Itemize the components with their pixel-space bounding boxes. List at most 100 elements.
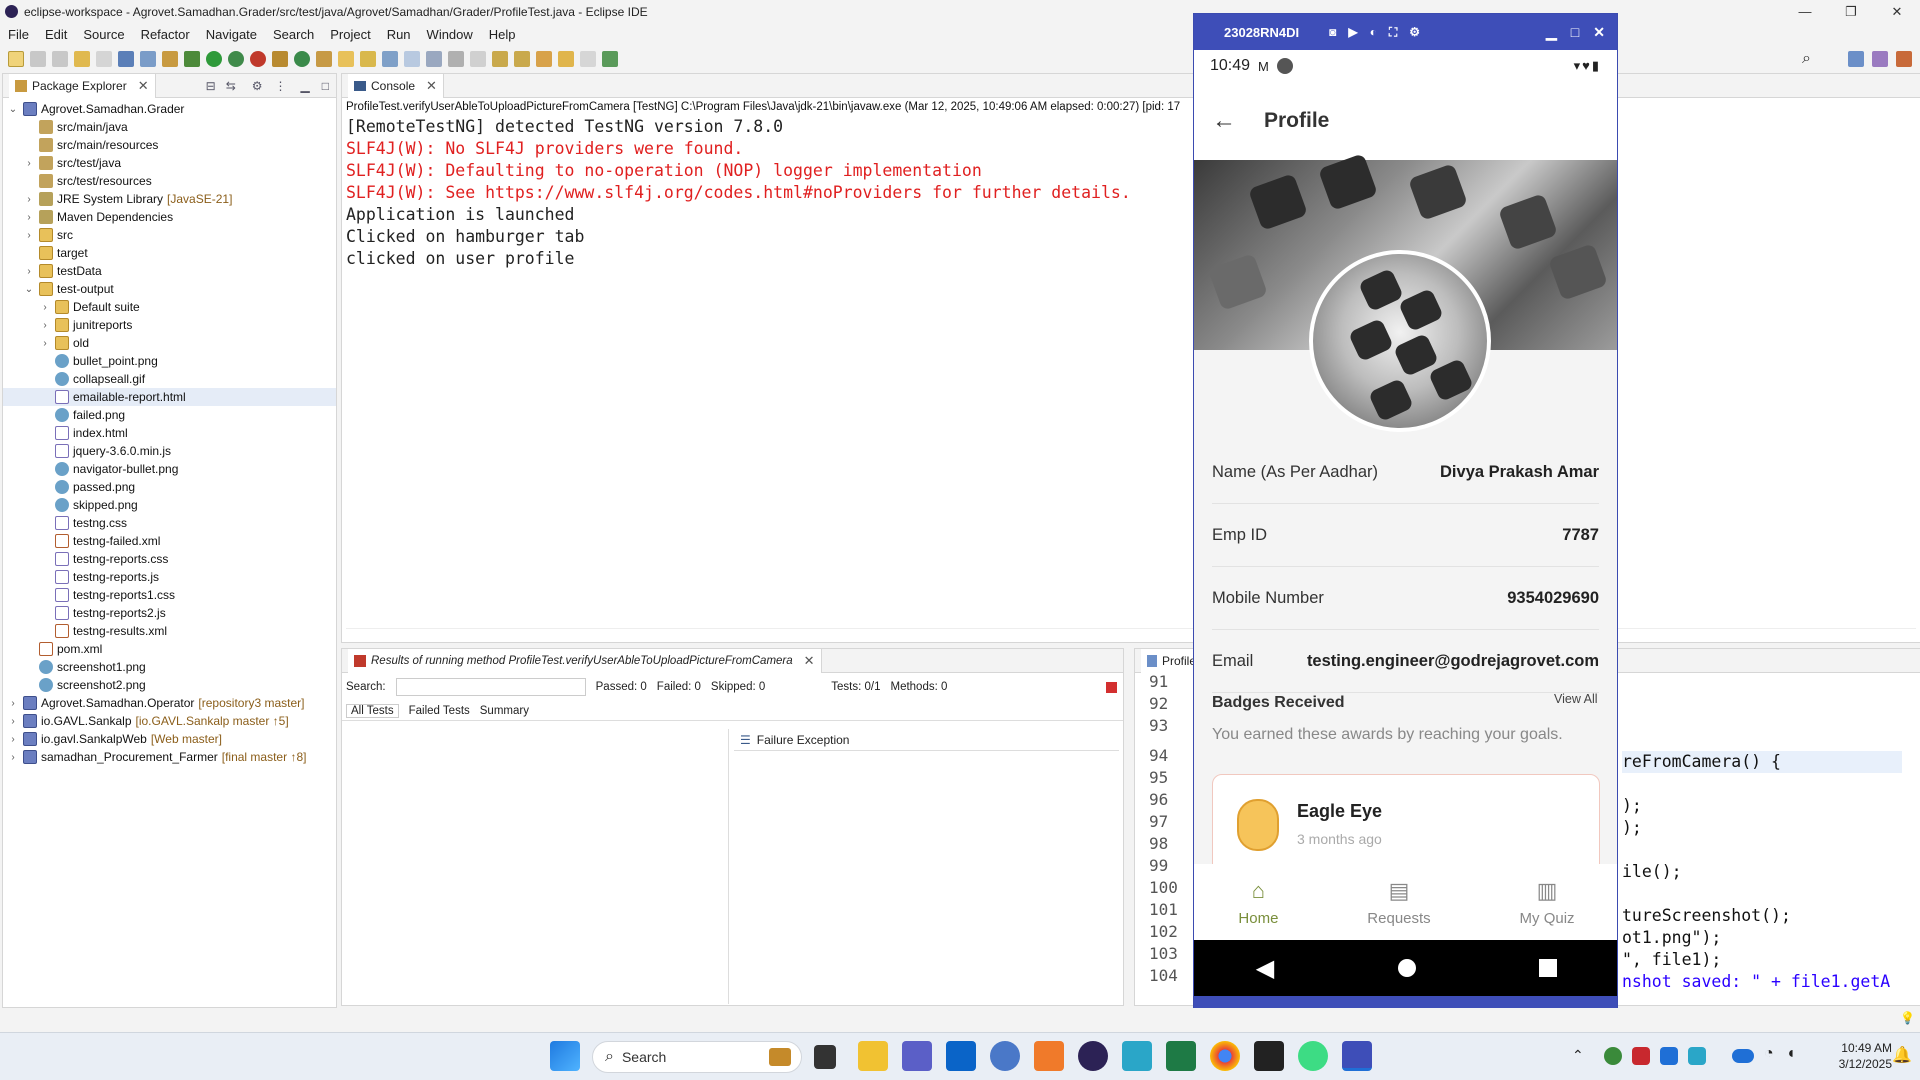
last-edit-icon[interactable] — [536, 51, 552, 67]
outlook-icon[interactable] — [946, 1041, 976, 1071]
redo-icon[interactable] — [96, 51, 112, 67]
tree-item[interactable]: target — [3, 244, 336, 262]
tree-item[interactable]: bullet_point.png — [3, 352, 336, 370]
taskbar-search[interactable]: ⌕ Search — [592, 1041, 802, 1073]
menu-run[interactable]: Run — [387, 27, 411, 42]
menu-help[interactable]: Help — [489, 27, 516, 42]
badge-card[interactable]: Eagle Eye 3 months ago — [1212, 774, 1600, 874]
search-input[interactable] — [395, 678, 586, 696]
chevron-right-icon[interactable]: › — [23, 266, 35, 277]
debug-icon[interactable] — [184, 51, 200, 67]
tree-item[interactable]: › Agrovet.Samadhan.Operator [repository3 m… — [3, 694, 336, 712]
sublime-icon[interactable] — [1034, 1041, 1064, 1071]
tree-item[interactable]: pom.xml — [3, 640, 336, 658]
excel-icon[interactable] — [1166, 1041, 1196, 1071]
tree-item[interactable]: screenshot1.png — [3, 658, 336, 676]
view-menu-icon[interactable]: ⋮ — [275, 79, 287, 93]
tray-chevron-icon[interactable]: ⌃ — [1572, 1047, 1584, 1064]
emulator-minimize-button[interactable]: ▁ — [1546, 24, 1557, 41]
tree-item[interactable]: › src/test/java — [3, 154, 336, 172]
minimize-view-icon[interactable]: ▁ — [301, 79, 310, 93]
notepad-icon[interactable] — [1122, 1041, 1152, 1071]
lightbulb-icon[interactable]: 💡 — [1900, 1011, 1915, 1025]
chevron-right-icon[interactable]: › — [7, 698, 19, 709]
chevron-right-icon[interactable]: › — [23, 212, 35, 223]
save-all-icon[interactable] — [52, 51, 68, 67]
chevron-right-icon[interactable]: › — [39, 320, 51, 331]
home-circle-icon[interactable] — [1397, 959, 1416, 977]
pin-icon[interactable] — [382, 51, 398, 67]
chevron-right-icon[interactable]: › — [39, 338, 51, 349]
paragraph-icon[interactable] — [470, 51, 486, 67]
new-class-icon[interactable] — [294, 51, 310, 67]
tree-item[interactable]: src/main/resources — [3, 136, 336, 154]
minimize-button[interactable]: — — [1782, 4, 1828, 20]
collapse-all-icon[interactable]: ⊟ — [206, 79, 216, 93]
menu-edit[interactable]: Edit — [45, 27, 67, 42]
tree-item[interactable]: index.html — [3, 424, 336, 442]
tree-item[interactable]: emailable-report.html — [3, 388, 336, 406]
tree-item[interactable]: failed.png — [3, 406, 336, 424]
close-icon[interactable]: ✕ — [426, 78, 437, 94]
tree-item[interactable]: › io.gavl.SankalpWeb [Web master] — [3, 730, 336, 748]
tree-item[interactable]: testng-failed.xml — [3, 532, 336, 550]
maximize-view-icon[interactable]: □ — [322, 79, 329, 93]
menu-file[interactable]: File — [8, 27, 29, 42]
tree-item[interactable]: › JRE System Library [JavaSE-21] — [3, 190, 336, 208]
console-output[interactable]: [RemoteTestNG] detected TestNG version 7… — [342, 116, 1920, 270]
tab-all-tests[interactable]: All Tests — [346, 703, 399, 718]
audio-icon[interactable]: ◐ — [1370, 25, 1377, 40]
eclipse-icon[interactable] — [1078, 1041, 1108, 1071]
emulator-close-button[interactable]: ✕ — [1593, 24, 1605, 41]
tab-summary[interactable]: Summary — [480, 705, 529, 717]
perspective-java-icon[interactable] — [1848, 51, 1864, 67]
undo-icon[interactable] — [74, 51, 90, 67]
tree-item[interactable]: › io.GAVL.Sankalp [io.GAVL.Sankalp master … — [3, 712, 336, 730]
menu-window[interactable]: Window — [427, 27, 473, 42]
view-all-link[interactable]: View All — [1554, 692, 1598, 706]
console-icon[interactable] — [118, 51, 134, 67]
prev-annotation-icon[interactable] — [514, 51, 530, 67]
forward-icon[interactable] — [580, 51, 596, 67]
chevron-right-icon[interactable]: › — [23, 230, 35, 241]
toggle-mark-icon[interactable] — [426, 51, 442, 67]
tree-item[interactable]: ⌄ test-output — [3, 280, 336, 298]
tree-item[interactable]: › testData — [3, 262, 336, 280]
tree-item[interactable]: testng-results.xml — [3, 622, 336, 640]
new-icon[interactable] — [8, 51, 24, 67]
settings-icon[interactable]: ⚙ — [1409, 25, 1420, 40]
tree-item[interactable]: jquery-3.6.0.min.js — [3, 442, 336, 460]
tree-item[interactable]: › Maven Dependencies — [3, 208, 336, 226]
save-icon[interactable] — [30, 51, 46, 67]
onedrive-icon[interactable] — [1732, 1049, 1754, 1063]
tree-item[interactable]: src/main/java — [3, 118, 336, 136]
shield-icon[interactable] — [1688, 1047, 1706, 1065]
menu-source[interactable]: Source — [83, 27, 124, 42]
nav-home[interactable]: ⌂ Home — [1238, 878, 1278, 927]
chevron-right-icon[interactable]: › — [7, 734, 19, 745]
terminal-icon[interactable] — [1254, 1041, 1284, 1071]
open-type-icon[interactable] — [316, 51, 332, 67]
windows-start-icon[interactable] — [550, 1041, 580, 1071]
nav-my-quiz[interactable]: ▥ My Quiz — [1520, 878, 1575, 927]
chevron-right-icon[interactable]: › — [23, 194, 35, 205]
tree-item[interactable]: screenshot2.png — [3, 676, 336, 694]
tree-item[interactable]: ⌄ Agrovet.Samadhan.Grader — [3, 100, 336, 118]
emulator-taskbar-icon[interactable] — [1342, 1041, 1372, 1071]
chevron-right-icon[interactable]: › — [39, 302, 51, 313]
chevron-right-icon[interactable]: › — [7, 752, 19, 763]
open-folder-icon[interactable] — [338, 51, 354, 67]
tab-testng-results[interactable]: Results of running method ProfileTest.ve… — [348, 648, 822, 673]
tree-item[interactable]: testng-reports.js — [3, 568, 336, 586]
android-studio-icon[interactable] — [1298, 1041, 1328, 1071]
close-icon[interactable]: ✕ — [138, 78, 149, 94]
camera-icon[interactable]: ◙ — [1329, 25, 1336, 40]
chrome-icon[interactable] — [1210, 1041, 1240, 1071]
volume-icon[interactable]: ◖ — [1786, 1045, 1796, 1063]
close-icon[interactable]: ✕ — [804, 653, 815, 669]
emulator-maximize-button[interactable]: □ — [1571, 24, 1579, 41]
tree-item[interactable]: testng-reports.css — [3, 550, 336, 568]
perspective-git-icon[interactable] — [1896, 51, 1912, 67]
task-view-icon[interactable] — [814, 1045, 836, 1069]
next-annotation-icon[interactable] — [492, 51, 508, 67]
